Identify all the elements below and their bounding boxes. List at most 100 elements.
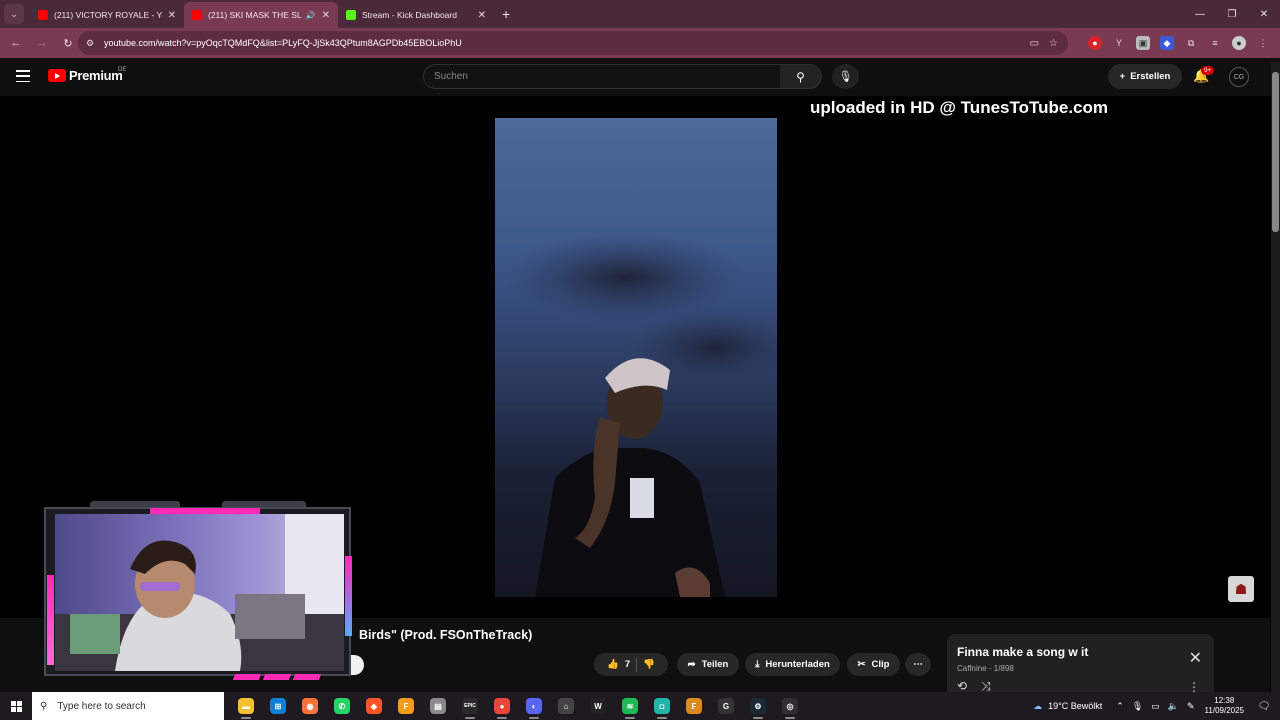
back-button[interactable]: ← xyxy=(4,31,28,55)
clock-time: 12:38 xyxy=(1214,696,1235,705)
firefox-taskbar-button[interactable]: ◉ xyxy=(294,692,326,720)
cast-icon[interactable]: ▭ xyxy=(1030,38,1039,49)
tab-search-button[interactable]: ⌄ xyxy=(4,4,24,24)
new-tab-button[interactable]: + xyxy=(502,6,510,22)
extension-y-icon[interactable]: Y xyxy=(1112,36,1126,50)
taskbar-search[interactable]: ⚲ Type here to search xyxy=(32,692,224,720)
close-tab-icon[interactable]: ✕ xyxy=(322,10,330,21)
youtube-premium-logo[interactable]: Premium xyxy=(69,68,123,83)
close-tab-icon[interactable]: ✕ xyxy=(168,10,176,21)
floating-extension-icon[interactable]: ☗ xyxy=(1228,576,1254,602)
firefox-icon: ◉ xyxy=(302,698,318,714)
spotify-icon: ≋ xyxy=(622,698,638,714)
more-actions-button[interactable]: ⋯ xyxy=(905,653,931,676)
download-label: Herunterladen xyxy=(765,659,830,670)
window-controls: — ❐ ✕ xyxy=(1184,0,1280,28)
download-icon: ⤓ xyxy=(755,659,760,670)
like-count[interactable]: 7 xyxy=(625,659,630,670)
finder-app-taskbar-button[interactable]: ▤ xyxy=(422,692,454,720)
steelseries-taskbar-button[interactable]: ⌂ xyxy=(550,692,582,720)
app-g-taskbar-button[interactable]: G xyxy=(710,692,742,720)
chrome-icon: ● xyxy=(494,698,510,714)
profile-avatar-icon[interactable]: ● xyxy=(1232,36,1246,50)
clock[interactable]: 12:38 11/09/2025 xyxy=(1205,696,1244,716)
minimize-button[interactable]: — xyxy=(1184,0,1216,28)
account-avatar[interactable]: CG xyxy=(1229,67,1249,87)
file-explorer-taskbar-button[interactable]: ▬ xyxy=(230,692,262,720)
microsoft-store-taskbar-button[interactable]: ⊞ xyxy=(262,692,294,720)
network-icon[interactable]: ▭ xyxy=(1151,701,1160,712)
omnibox[interactable]: ⚙ youtube.com/watch?v=pyOqcTQMdFQ&list=P… xyxy=(78,31,1068,55)
cloud-icon: ☁ xyxy=(1033,700,1043,711)
fl-studio-taskbar-button[interactable]: F xyxy=(390,692,422,720)
webcam-frame-glow-right xyxy=(345,556,352,636)
youtube-header: Premium DE Suchen ⚲ 🎙 + Erstellen 🔔 9+ C… xyxy=(0,58,1280,96)
close-tab-icon[interactable]: ✕ xyxy=(478,10,486,21)
volume-icon[interactable]: 🔈 xyxy=(1168,701,1179,712)
chrome-taskbar-button[interactable]: ● xyxy=(486,692,518,720)
playlist-title[interactable]: Finna make a song w it xyxy=(957,645,1088,659)
fl-studio-icon: F xyxy=(398,698,414,714)
epic-games-taskbar-button[interactable]: EPIC xyxy=(454,692,486,720)
clip-button[interactable]: ✂ Clip xyxy=(847,653,900,676)
thumbs-up-icon[interactable]: 👍 xyxy=(607,659,619,670)
steam-taskbar-button[interactable]: ⚙ xyxy=(742,692,774,720)
media-controls-icon[interactable]: ≡ xyxy=(1208,36,1222,50)
reload-button[interactable]: ↻ xyxy=(56,31,80,55)
start-button[interactable] xyxy=(0,692,32,720)
bookmark-star-icon[interactable]: ☆ xyxy=(1049,38,1058,49)
extension-red-icon[interactable]: ● xyxy=(1088,36,1102,50)
webcam-frame-bottom-accent xyxy=(228,670,328,690)
action-center-icon[interactable]: 🗨 xyxy=(1254,701,1274,712)
restore-button[interactable]: ❐ xyxy=(1216,0,1248,28)
microphone-icon[interactable]: 🎙 xyxy=(1132,701,1143,712)
site-info-icon[interactable]: ⚙ xyxy=(86,38,98,49)
discord-taskbar-button[interactable]: ◐ xyxy=(518,692,550,720)
tab-ski-mask[interactable]: (211) SKI MASK THE SLUMP 🔊 ✕ xyxy=(184,2,338,28)
fl-studio-2-icon: F xyxy=(686,698,702,714)
search-button[interactable]: ⚲ xyxy=(780,64,822,89)
pen-icon[interactable]: ✎ xyxy=(1187,701,1195,712)
hamburger-menu-icon[interactable] xyxy=(16,70,30,82)
webcam-feed xyxy=(55,514,344,671)
speaker-icon[interactable]: 🔊 xyxy=(306,11,316,20)
webcam-scene xyxy=(55,514,344,671)
search-input[interactable]: Suchen xyxy=(423,64,781,89)
waves-icon: W xyxy=(590,698,606,714)
share-button[interactable]: ➦ Teilen xyxy=(677,653,739,676)
tab-kick-dashboard[interactable]: Stream - Kick Dashboard ✕ xyxy=(338,2,494,28)
extensions-puzzle-icon[interactable]: ⧉ xyxy=(1184,36,1198,50)
close-window-button[interactable]: ✕ xyxy=(1248,0,1280,28)
download-button[interactable]: ⤓ Herunterladen xyxy=(745,653,840,676)
whatsapp-icon: ✆ xyxy=(334,698,350,714)
kick-favicon-icon xyxy=(346,10,356,20)
chevron-down-icon: ⌄ xyxy=(10,8,18,19)
scrollbar-thumb[interactable] xyxy=(1272,72,1279,232)
create-button[interactable]: + Erstellen xyxy=(1108,64,1182,89)
extension-gray-icon[interactable]: ▣ xyxy=(1136,36,1150,50)
youtube-logo-icon[interactable] xyxy=(48,69,66,82)
obs-taskbar-button[interactable]: ◎ xyxy=(774,692,806,720)
url-text[interactable]: youtube.com/watch?v=pyOqcTQMdFQ&list=PLy… xyxy=(104,38,1030,48)
forward-button[interactable]: → xyxy=(30,31,54,55)
spotify-taskbar-button[interactable]: ≋ xyxy=(614,692,646,720)
extensions-area: ● Y ▣ ◆ ⧉ ≡ ● ⋮ xyxy=(1088,31,1270,55)
thumbs-down-icon[interactable]: 👎 xyxy=(643,659,655,670)
extension-blue-icon[interactable]: ◆ xyxy=(1160,36,1174,50)
close-icon[interactable]: ✕ xyxy=(1189,648,1202,668)
tab-victory-royale[interactable]: (211) VICTORY ROYALE - YouTu ✕ xyxy=(30,2,184,28)
whatsapp-taskbar-button[interactable]: ✆ xyxy=(326,692,358,720)
waves-taskbar-button[interactable]: W xyxy=(582,692,614,720)
tab-bar: ⌄ (211) VICTORY ROYALE - YouTu ✕ (211) S… xyxy=(0,0,1280,28)
plus-icon: + xyxy=(1119,71,1126,82)
chevron-up-icon[interactable]: ⌃ xyxy=(1116,701,1124,712)
brave-taskbar-button[interactable]: ◆ xyxy=(358,692,390,720)
file-explorer-icon: ▬ xyxy=(238,698,254,714)
browser-menu-icon[interactable]: ⋮ xyxy=(1256,36,1270,50)
weather-widget[interactable]: ☁ 19°C Bewölkt xyxy=(1033,701,1102,712)
app-teal-taskbar-button[interactable]: ◘ xyxy=(646,692,678,720)
voice-search-button[interactable]: 🎙 xyxy=(832,64,859,89)
region-label: DE xyxy=(118,67,127,73)
weather-text: 19°C Bewölkt xyxy=(1048,701,1103,711)
fl-studio-2-taskbar-button[interactable]: F xyxy=(678,692,710,720)
